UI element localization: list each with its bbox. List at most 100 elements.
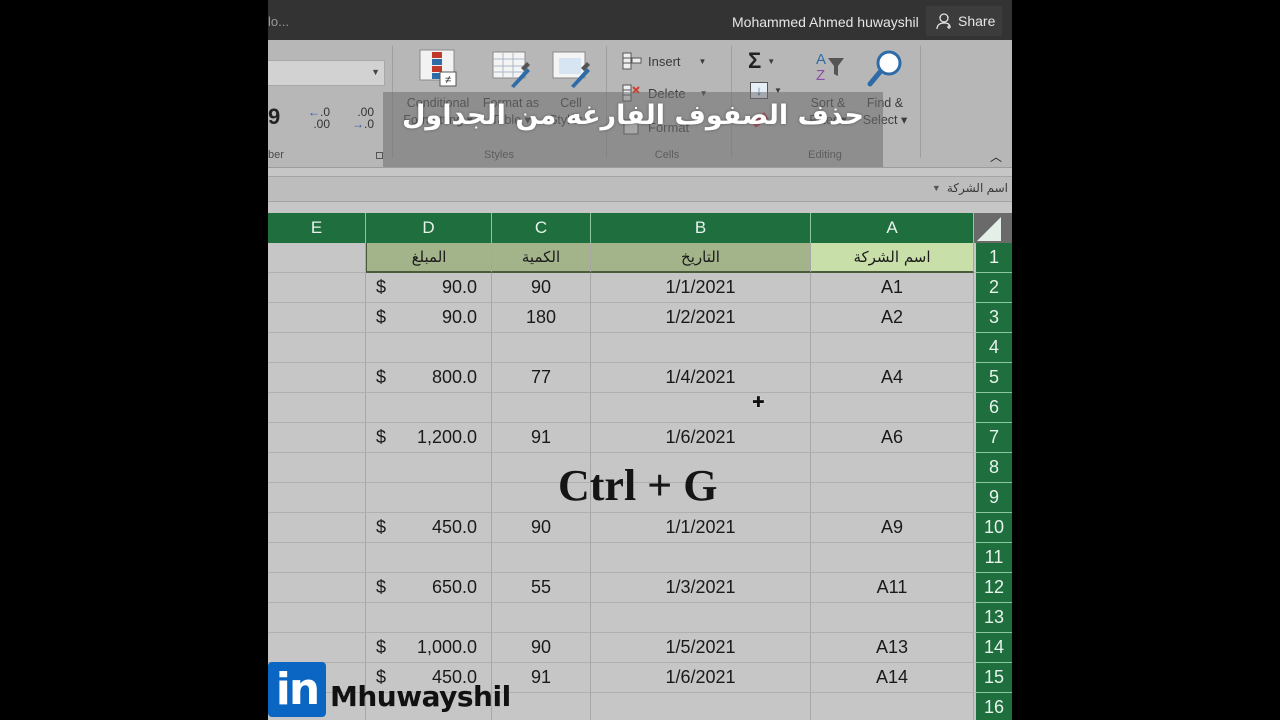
cell-B14[interactable]: 1/5/2021	[591, 633, 811, 663]
comma-style-button[interactable]: 9	[268, 106, 280, 128]
cell-C2[interactable]: 90	[492, 273, 591, 303]
cell-D10[interactable]: $450.0	[366, 513, 492, 543]
cell-C3[interactable]: 180	[492, 303, 591, 333]
cell-B7[interactable]: 1/6/2021	[591, 423, 811, 453]
cell-B4[interactable]	[591, 333, 811, 363]
cell-A15[interactable]: A14	[811, 663, 974, 693]
column-header-B[interactable]: B	[591, 213, 811, 243]
cell-B3[interactable]: 1/2/2021	[591, 303, 811, 333]
cell-D5[interactable]: $800.0	[366, 363, 492, 393]
cell-B6[interactable]	[591, 393, 811, 423]
cell-D3[interactable]: $90.0	[366, 303, 492, 333]
cell-A1[interactable]: اسم الشركة	[811, 243, 974, 273]
cell-B13[interactable]	[591, 603, 811, 633]
row-header[interactable]: 9	[974, 483, 1012, 513]
cell-E13[interactable]	[268, 603, 366, 633]
column-header-E[interactable]: E	[268, 213, 366, 243]
cell-A9[interactable]	[811, 483, 974, 513]
cell-A13[interactable]	[811, 603, 974, 633]
cell-B10[interactable]: 1/1/2021	[591, 513, 811, 543]
cell-E8[interactable]	[268, 453, 366, 483]
user-name[interactable]: Mohammed Ahmed huwayshil	[732, 14, 919, 30]
cell-A7[interactable]: A6	[811, 423, 974, 453]
cell-B12[interactable]: 1/3/2021	[591, 573, 811, 603]
cell-A6[interactable]	[811, 393, 974, 423]
cell-E1[interactable]	[268, 243, 366, 273]
cell-C7[interactable]: 91	[492, 423, 591, 453]
row-header[interactable]: 6	[974, 393, 1012, 423]
dialog-launcher-icon[interactable]	[376, 152, 383, 159]
row-header[interactable]: 7	[974, 423, 1012, 453]
cell-C1[interactable]: الكمية	[492, 243, 591, 273]
row-header[interactable]: 8	[974, 453, 1012, 483]
cell-E5[interactable]	[268, 363, 366, 393]
cell-C4[interactable]	[492, 333, 591, 363]
cell-E10[interactable]	[268, 513, 366, 543]
cell-A11[interactable]	[811, 543, 974, 573]
cell-A14[interactable]: A13	[811, 633, 974, 663]
cell-D9[interactable]	[366, 483, 492, 513]
cell-C14[interactable]: 90	[492, 633, 591, 663]
row-header[interactable]: 2	[974, 273, 1012, 303]
cell-B11[interactable]	[591, 543, 811, 573]
cell-E9[interactable]	[268, 483, 366, 513]
row-header[interactable]: 12	[974, 573, 1012, 603]
cell-A12[interactable]: A11	[811, 573, 974, 603]
row-header[interactable]: 3	[974, 303, 1012, 333]
cell-B1[interactable]: التاريخ	[591, 243, 811, 273]
cell-B16[interactable]	[591, 693, 811, 720]
cell-A4[interactable]	[811, 333, 974, 363]
autosum-button[interactable]: Σ ▼	[748, 48, 775, 74]
cell-C13[interactable]	[492, 603, 591, 633]
select-all-button[interactable]	[974, 213, 1012, 243]
cell-D8[interactable]	[366, 453, 492, 483]
cell-C11[interactable]	[492, 543, 591, 573]
cell-C12[interactable]: 55	[492, 573, 591, 603]
cell-E7[interactable]	[268, 423, 366, 453]
row-header[interactable]: 13	[974, 603, 1012, 633]
cell-D12[interactable]: $650.0	[366, 573, 492, 603]
cell-A16[interactable]	[811, 693, 974, 720]
cell-A8[interactable]	[811, 453, 974, 483]
insert-cells-button[interactable]: Insert ▼	[622, 52, 706, 70]
row-header[interactable]: 1	[974, 243, 1012, 273]
cell-A3[interactable]: A2	[811, 303, 974, 333]
cell-D7[interactable]: $1,200.0	[366, 423, 492, 453]
cell-E14[interactable]	[268, 633, 366, 663]
cell-B15[interactable]: 1/6/2021	[591, 663, 811, 693]
row-header[interactable]: 11	[974, 543, 1012, 573]
cell-A10[interactable]: A9	[811, 513, 974, 543]
cell-A5[interactable]: A4	[811, 363, 974, 393]
cell-C6[interactable]	[492, 393, 591, 423]
cell-E11[interactable]	[268, 543, 366, 573]
row-header[interactable]: 4	[974, 333, 1012, 363]
cell-C5[interactable]: 77	[492, 363, 591, 393]
cell-E4[interactable]	[268, 333, 366, 363]
row-header[interactable]: 5	[974, 363, 1012, 393]
column-header-C[interactable]: C	[492, 213, 591, 243]
cell-B2[interactable]: 1/1/2021	[591, 273, 811, 303]
row-header[interactable]: 16	[974, 693, 1012, 720]
cell-D1[interactable]: المبلغ	[366, 243, 492, 273]
cell-D13[interactable]	[366, 603, 492, 633]
name-box[interactable]: اسم الشركة ▼	[932, 181, 1008, 195]
cell-B5[interactable]: 1/4/2021	[591, 363, 811, 393]
number-format-dropdown[interactable]: ▼	[268, 60, 385, 86]
row-header[interactable]: 10	[974, 513, 1012, 543]
cell-E3[interactable]	[268, 303, 366, 333]
column-header-A[interactable]: A	[811, 213, 974, 243]
row-header[interactable]: 15	[974, 663, 1012, 693]
increase-decimal-button[interactable]: ←.0 .00	[306, 106, 330, 130]
cell-D11[interactable]	[366, 543, 492, 573]
cell-E12[interactable]	[268, 573, 366, 603]
cell-C10[interactable]: 90	[492, 513, 591, 543]
decrease-decimal-button[interactable]: .00 →.0	[348, 106, 374, 130]
cell-A2[interactable]: A1	[811, 273, 974, 303]
share-button[interactable]: Share	[926, 6, 1002, 36]
tell-me-box[interactable]: lo...	[268, 14, 289, 29]
cell-D4[interactable]	[366, 333, 492, 363]
column-header-D[interactable]: D	[366, 213, 492, 243]
cell-D14[interactable]: $1,000.0	[366, 633, 492, 663]
cell-D2[interactable]: $90.0	[366, 273, 492, 303]
cell-D6[interactable]	[366, 393, 492, 423]
